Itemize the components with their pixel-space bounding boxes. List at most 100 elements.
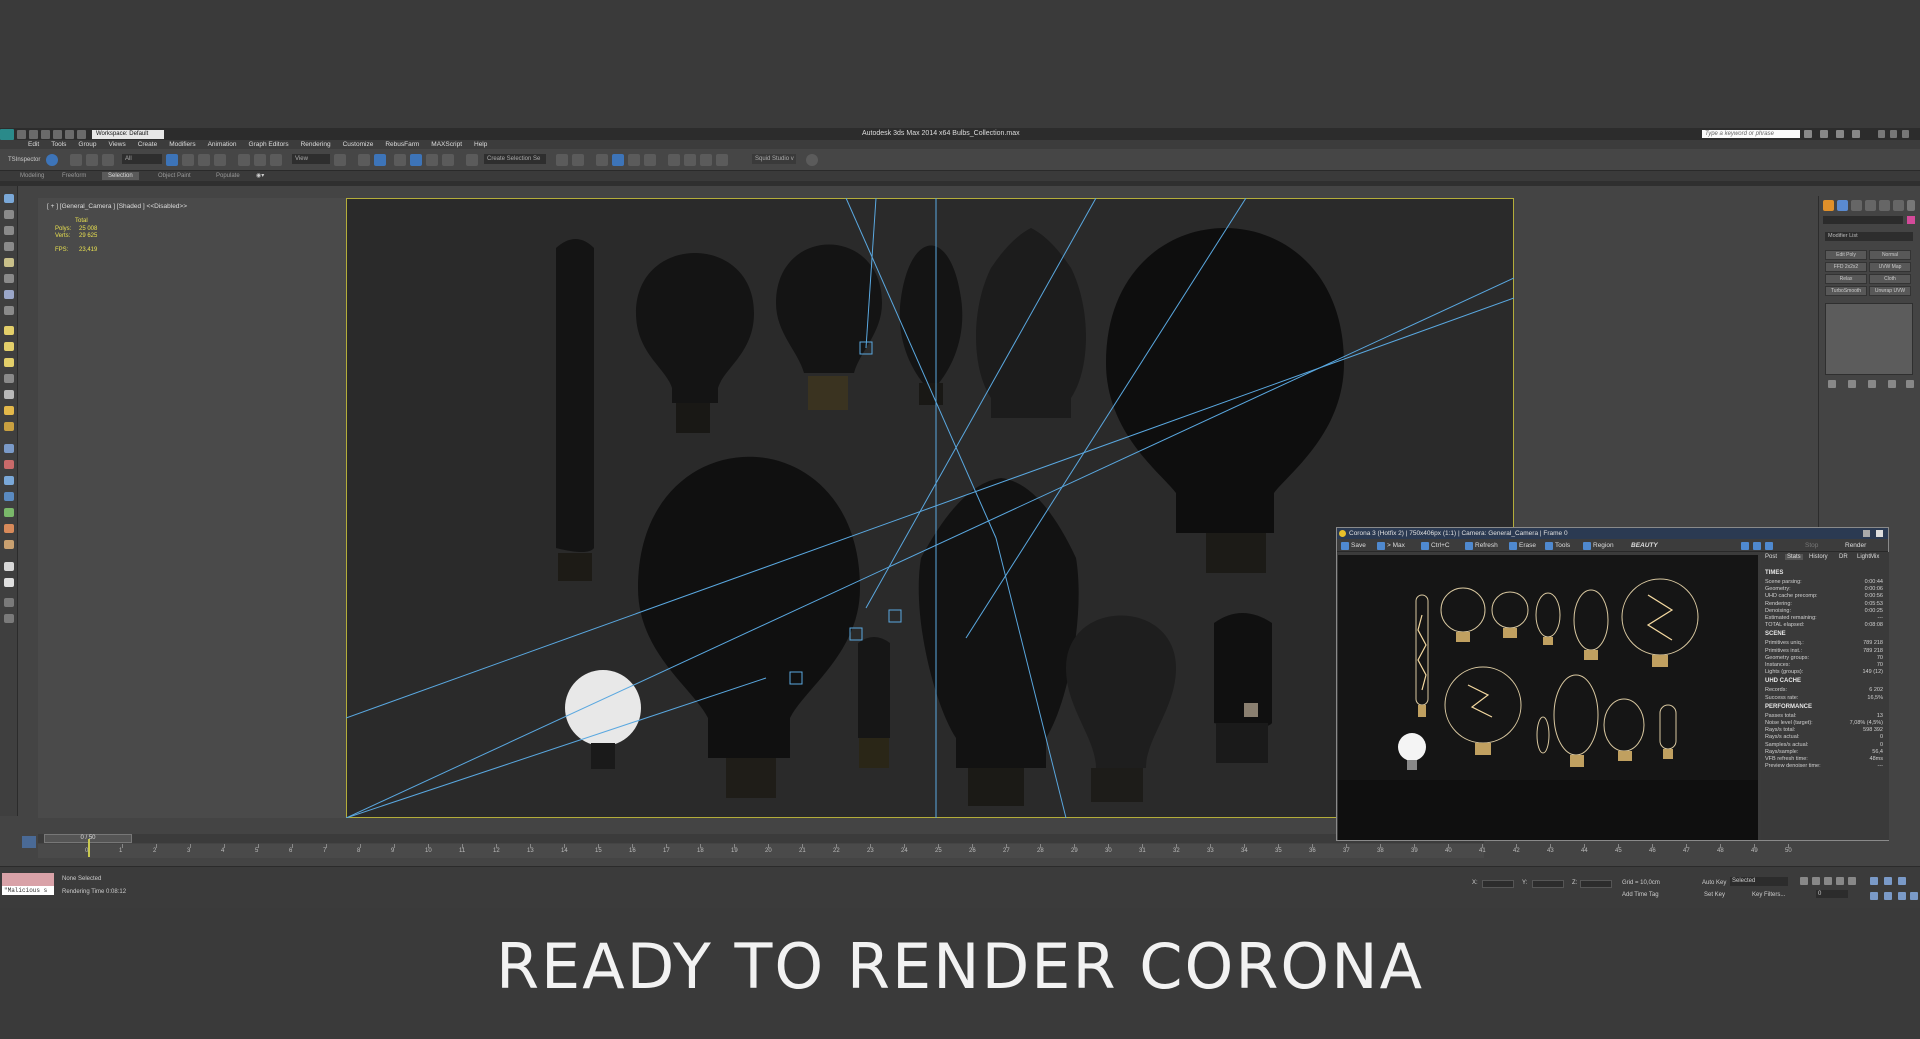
- save-file-icon[interactable]: [41, 129, 50, 139]
- tab-object-paint[interactable]: Object Paint: [152, 172, 197, 180]
- vfb-close-icon[interactable]: [1876, 530, 1883, 537]
- rectangle-selection-icon[interactable]: [198, 154, 210, 166]
- unwrap-uvw-button[interactable]: Unwrap UVW: [1869, 286, 1911, 296]
- set-key-button[interactable]: Set Key: [1704, 892, 1725, 898]
- rendered-frame-window-icon[interactable]: [700, 154, 712, 166]
- go-to-end-icon[interactable]: [1848, 877, 1856, 885]
- vfb-erase-button[interactable]: Erase: [1519, 542, 1536, 550]
- field-of-view-icon[interactable]: [1870, 892, 1878, 900]
- utilities-tab-icon[interactable]: [1893, 200, 1904, 211]
- search-icon[interactable]: [1804, 130, 1812, 138]
- pan-icon[interactable]: [1884, 892, 1892, 900]
- subscription-icon[interactable]: [1820, 130, 1828, 138]
- cylinder-icon[interactable]: [4, 358, 14, 367]
- create-icon[interactable]: [4, 194, 14, 203]
- help-icon[interactable]: [4, 614, 14, 623]
- vfb-maximize-icon[interactable]: [1863, 530, 1870, 537]
- select-by-name-icon[interactable]: [182, 154, 194, 166]
- camera-icon[interactable]: [4, 290, 14, 299]
- corona-frame-buffer-window[interactable]: Corona 3 (Hotfix 2) | 750x406px (1:1) | …: [1336, 527, 1889, 841]
- modify-tab-icon[interactable]: [1837, 200, 1848, 211]
- zoom-icon[interactable]: [1870, 877, 1878, 885]
- vfb-tab-post[interactable]: Post: [1765, 554, 1777, 560]
- z-coordinate-field[interactable]: [1580, 880, 1612, 888]
- particles-icon[interactable]: [4, 460, 14, 469]
- transform-icon[interactable]: [4, 476, 14, 485]
- modifier-stack[interactable]: [1825, 303, 1913, 375]
- menu-create[interactable]: Create: [138, 140, 158, 149]
- to-max-icon[interactable]: [1377, 542, 1385, 550]
- pin-stack-icon[interactable]: [1828, 380, 1836, 388]
- y-coordinate-field[interactable]: [1532, 880, 1564, 888]
- render-setup-icon[interactable]: [684, 154, 696, 166]
- vfb-to-max-button[interactable]: > Max: [1387, 542, 1405, 550]
- show-end-result-icon[interactable]: [1848, 380, 1856, 388]
- angle-snap-icon[interactable]: [410, 154, 422, 166]
- menu-help[interactable]: Help: [474, 140, 487, 149]
- globe-icon[interactable]: [4, 492, 14, 501]
- zoom-out-icon[interactable]: [1753, 542, 1761, 550]
- align-icon[interactable]: [572, 154, 584, 166]
- tab-freeform[interactable]: Freeform: [56, 172, 92, 180]
- curve-editor-icon[interactable]: [628, 154, 640, 166]
- hierarchy-tab-icon[interactable]: [1851, 200, 1862, 211]
- spacewarp-icon[interactable]: [4, 306, 14, 315]
- modifier-list-dropdown[interactable]: Modifier List: [1825, 232, 1913, 241]
- rotate-icon[interactable]: [254, 154, 266, 166]
- menu-edit[interactable]: Edit: [28, 140, 39, 149]
- add-time-tag-button[interactable]: Add Time Tag: [1622, 892, 1659, 898]
- schematic-view-icon[interactable]: [644, 154, 656, 166]
- time-slider-track[interactable]: [38, 834, 1484, 843]
- render-element-dropdown[interactable]: BEAUTY: [1631, 542, 1658, 550]
- relax-button[interactable]: Relax: [1825, 274, 1867, 284]
- turbosmooth-button[interactable]: TurboSmooth: [1825, 286, 1867, 296]
- vfb-tab-dr[interactable]: DR: [1839, 554, 1848, 560]
- percent-snap-icon[interactable]: [426, 154, 438, 166]
- move-icon[interactable]: [238, 154, 250, 166]
- box-icon[interactable]: [4, 326, 14, 335]
- play-icon[interactable]: [1824, 877, 1832, 885]
- close-icon[interactable]: [1902, 130, 1909, 138]
- cone-icon[interactable]: [4, 390, 14, 399]
- current-frame-field[interactable]: 0: [1816, 890, 1848, 898]
- pivot-center-icon[interactable]: [334, 154, 346, 166]
- torus-icon[interactable]: [4, 374, 14, 383]
- tab-populate[interactable]: Populate: [210, 172, 246, 180]
- ffd-button[interactable]: FFD 2x2x2: [1825, 262, 1867, 272]
- wrench-icon[interactable]: [1907, 200, 1915, 211]
- help-icon[interactable]: [1852, 130, 1860, 138]
- vfb-tools-button[interactable]: Tools: [1555, 542, 1570, 550]
- maxscript-mini-listener[interactable]: [2, 873, 54, 886]
- vfb-tab-stats[interactable]: Stats: [1785, 554, 1803, 560]
- script-icon[interactable]: [4, 598, 14, 607]
- star-icon[interactable]: [1836, 130, 1844, 138]
- menu-customize[interactable]: Customize: [343, 140, 374, 149]
- light-icon[interactable]: [4, 258, 14, 267]
- animal-icon[interactable]: [4, 524, 14, 533]
- sphere-icon[interactable]: [4, 342, 14, 351]
- edit-poly-button[interactable]: Edit Poly: [1825, 250, 1867, 260]
- menu-modifiers[interactable]: Modifiers: [169, 140, 195, 149]
- fit-icon[interactable]: [1765, 542, 1773, 550]
- rebusfarm-icon[interactable]: [806, 154, 818, 166]
- vfb-refresh-button[interactable]: Refresh: [1475, 542, 1498, 550]
- region-icon[interactable]: [1583, 542, 1591, 550]
- tab-selection[interactable]: Selection: [102, 172, 139, 180]
- key-filters-button[interactable]: Key Filters...: [1752, 892, 1785, 898]
- sun-icon[interactable]: [4, 406, 14, 415]
- make-unique-icon[interactable]: [1868, 380, 1876, 388]
- listener-output[interactable]: "Malicious s: [2, 886, 54, 895]
- object-name-field[interactable]: [1823, 216, 1903, 224]
- menu-animation[interactable]: Animation: [208, 140, 237, 149]
- rendered-image[interactable]: [1338, 555, 1758, 840]
- graphite-tools-icon[interactable]: [612, 154, 624, 166]
- render-production-icon[interactable]: [716, 154, 728, 166]
- modify-icon[interactable]: [4, 210, 14, 219]
- display-icon[interactable]: [4, 242, 14, 251]
- zoom-in-icon[interactable]: [1741, 542, 1749, 550]
- vfb-region-button[interactable]: Region: [1593, 542, 1614, 550]
- vfb-copy-button[interactable]: Ctrl+C: [1431, 542, 1450, 550]
- menu-rebusfarm[interactable]: RebusFarm: [385, 140, 419, 149]
- scatter-icon[interactable]: [4, 508, 14, 517]
- squid-studio-dropdown[interactable]: Squid Studio v: [752, 154, 796, 164]
